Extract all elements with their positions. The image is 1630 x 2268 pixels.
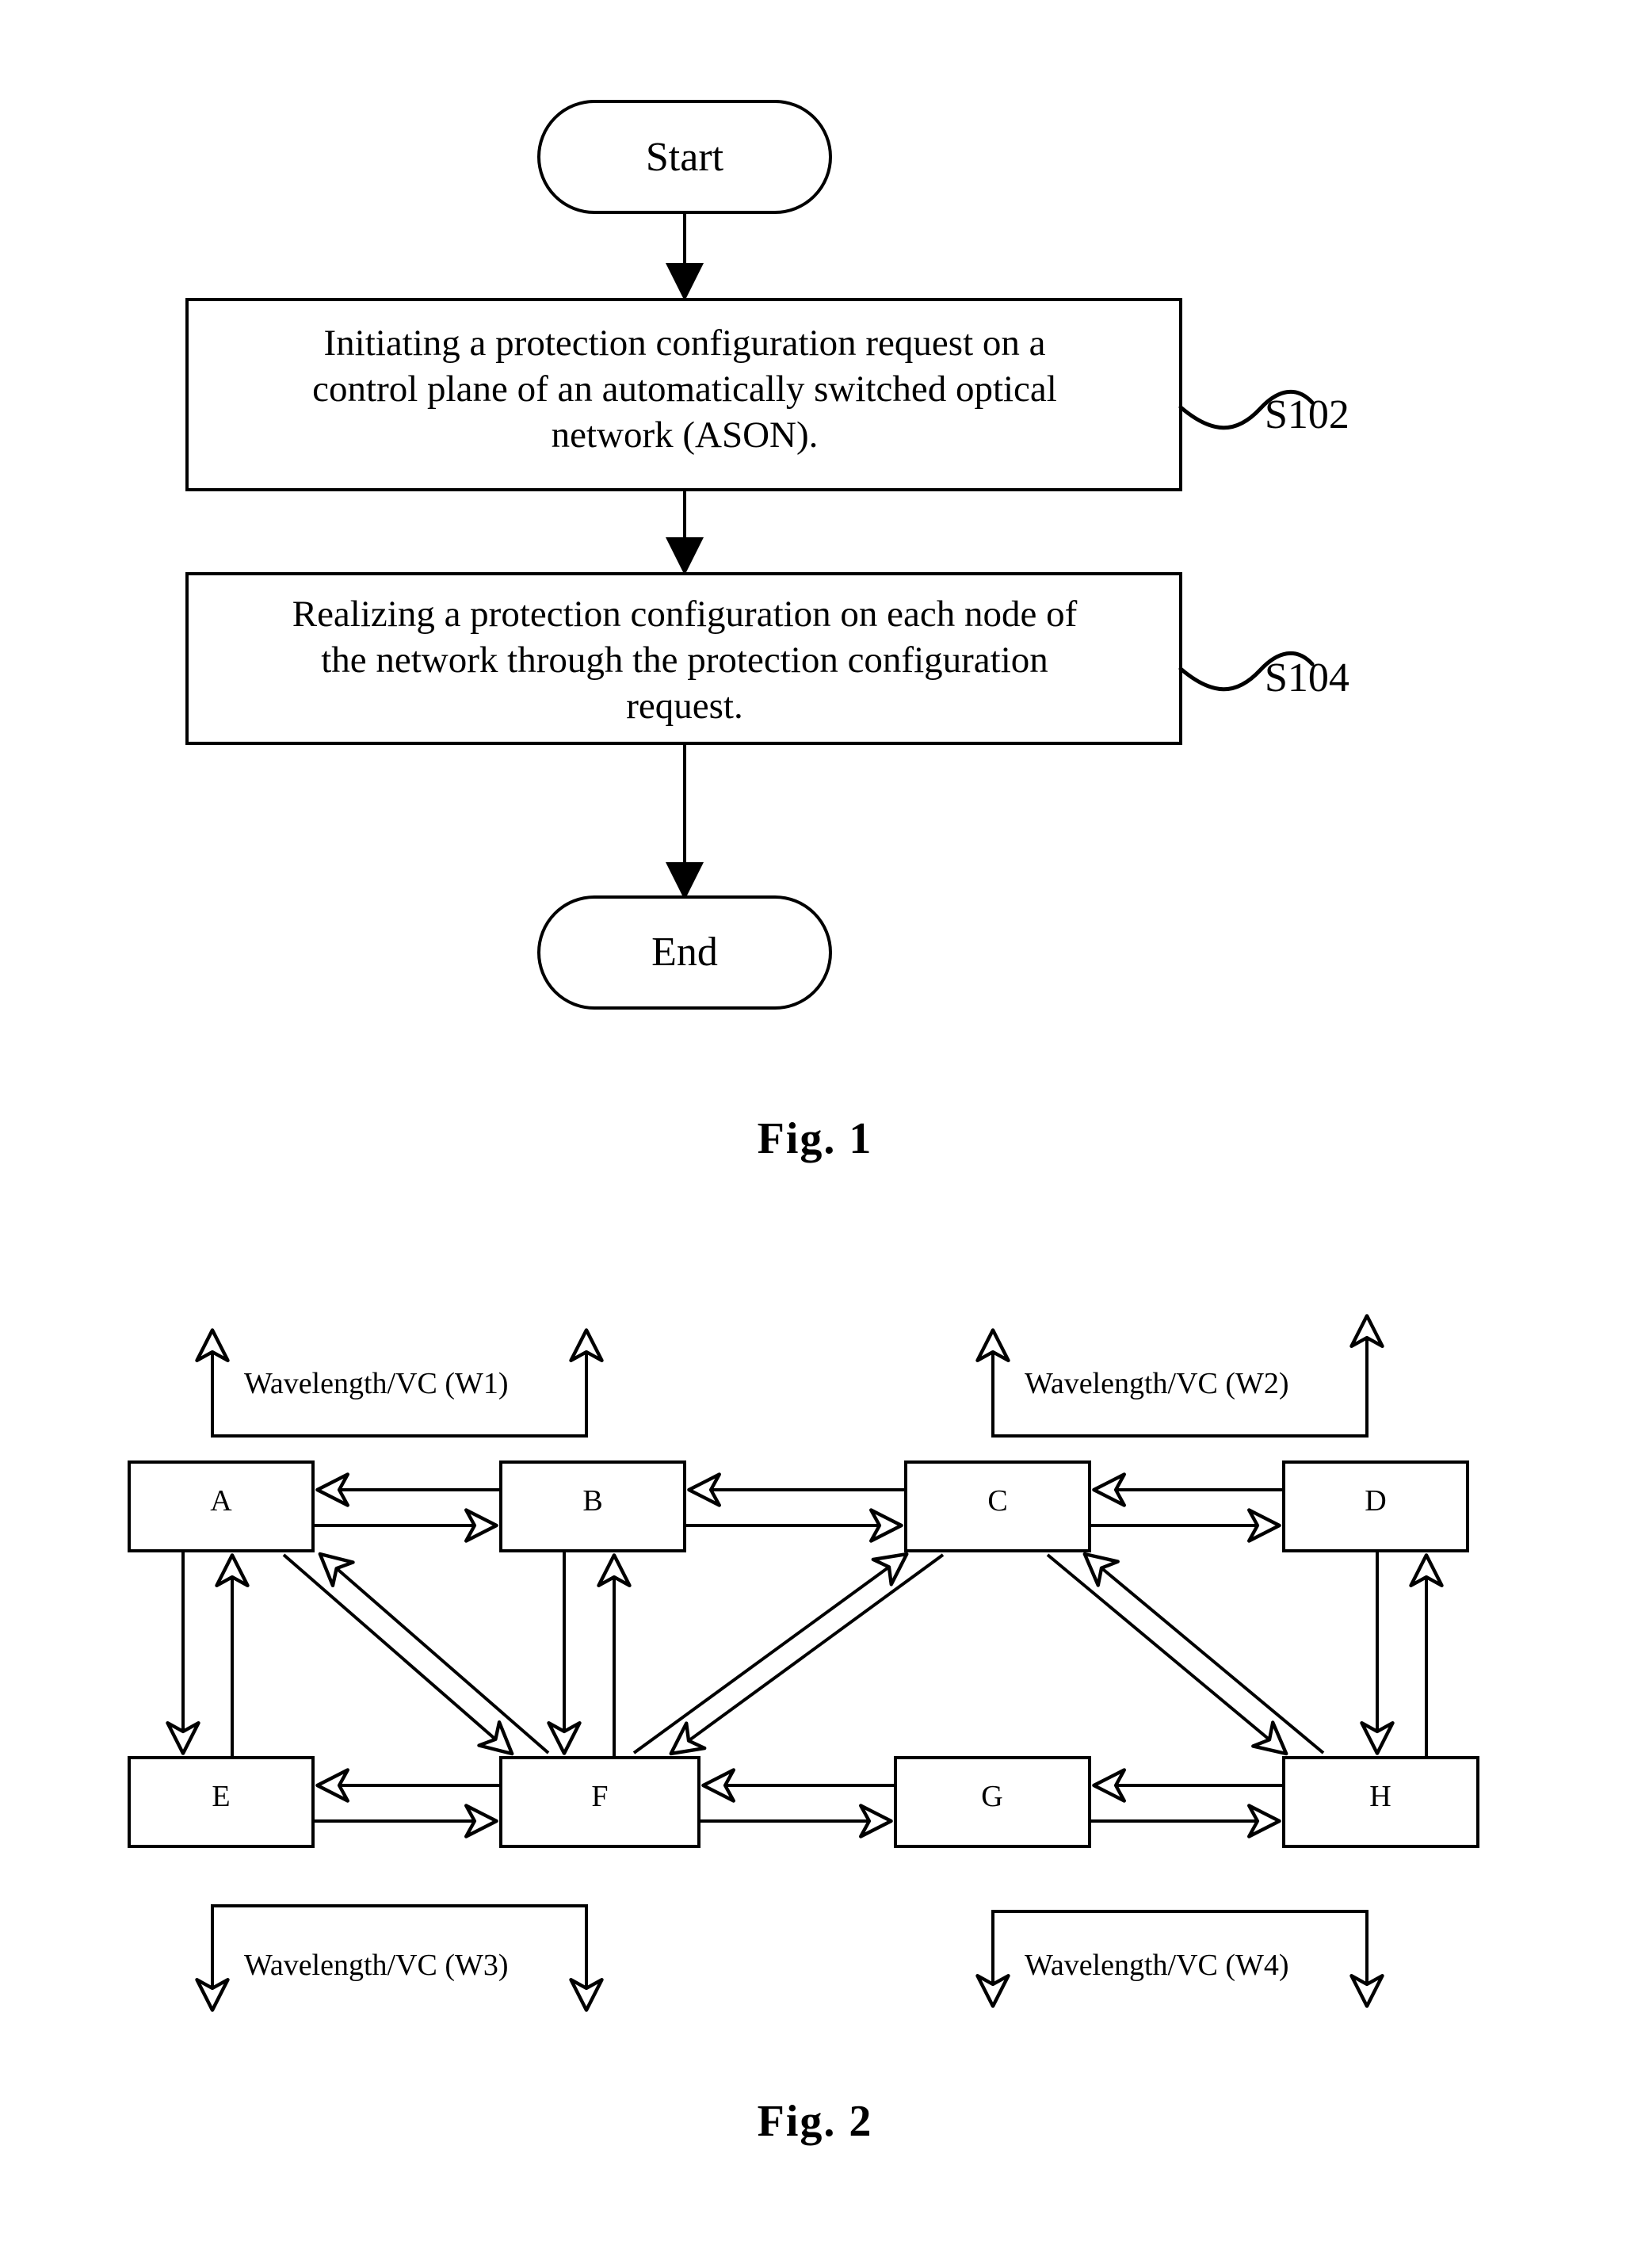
wavelength-label-w3-group: Wavelength/VC (W3): [195, 1904, 604, 2012]
topology-node-d: D: [1282, 1460, 1469, 1552]
figure-2-caption: Fig. 2: [757, 2097, 873, 2146]
link-d-h: [1360, 1551, 1444, 1758]
link-b-c: [685, 1472, 906, 1543]
s104-text-line-1: Realizing a protection configuration on …: [292, 594, 1078, 635]
link-c-h-arrow-to-h: [1046, 1553, 1288, 1756]
link-a-f-arrow-to-a: [318, 1552, 550, 1754]
end-label: End: [651, 930, 718, 975]
link-c-f-arrow-to-c: [632, 1552, 909, 1754]
figure-1: Start Initiating a protection configurat…: [185, 100, 1349, 1010]
s104-step-label: S104: [1265, 655, 1349, 701]
wavelength-label-w2-group: Wavelength/VC (W2): [975, 1314, 1384, 1438]
topology-node-a: A: [128, 1460, 315, 1552]
s104-text-line-3: request.: [626, 685, 742, 727]
link-c-h-arrow-to-c: [1082, 1552, 1325, 1754]
node-e-label: E: [212, 1780, 230, 1813]
topology-node-b: B: [499, 1460, 686, 1552]
link-c-f: [632, 1552, 945, 1756]
topology-node-h: H: [1282, 1756, 1479, 1848]
node-h-label: H: [1369, 1780, 1391, 1813]
node-c-label: C: [987, 1484, 1007, 1518]
topology-node-e: E: [128, 1756, 315, 1848]
s104-text-line-2: the network through the protection confi…: [321, 640, 1048, 681]
link-e-f: [313, 1768, 501, 1838]
w1-label-text: Wavelength/VC (W1): [244, 1367, 509, 1400]
topology-node-g: G: [894, 1756, 1091, 1848]
wavelength-label-w1-group: Wavelength/VC (W1): [195, 1328, 604, 1438]
link-c-f-arrow-to-f: [669, 1553, 945, 1756]
link-b-f: [547, 1551, 632, 1758]
link-a-b: [313, 1472, 501, 1543]
w2-label-text: Wavelength/VC (W2): [1025, 1367, 1289, 1400]
link-c-d: [1090, 1472, 1284, 1543]
link-a-e: [166, 1551, 250, 1758]
flow-node-end: End: [537, 895, 832, 1010]
figure-1-caption: Fig. 1: [757, 1114, 873, 1163]
patent-drawing-sheet: Start Initiating a protection configurat…: [0, 0, 1630, 2268]
link-f-g: [699, 1768, 895, 1838]
s102-text-line-1: Initiating a protection configuration re…: [324, 323, 1046, 364]
link-a-f: [282, 1552, 550, 1756]
link-c-h: [1046, 1552, 1325, 1756]
topology-node-c: C: [904, 1460, 1091, 1552]
figure-2: Wavelength/VC (W1) Wavelength/VC (W2) A …: [128, 1314, 1479, 2012]
flow-node-start: Start: [537, 100, 832, 214]
node-a-label: A: [210, 1484, 232, 1518]
wavelength-label-w4-group: Wavelength/VC (W4): [975, 1910, 1384, 2008]
link-g-h: [1090, 1768, 1284, 1838]
w4-label-text: Wavelength/VC (W4): [1025, 1949, 1289, 1982]
s102-step-label: S102: [1265, 392, 1349, 437]
flow-node-s102: Initiating a protection configuration re…: [185, 298, 1182, 491]
w3-label-text: Wavelength/VC (W3): [244, 1949, 509, 1982]
link-a-f-arrow-to-f: [282, 1553, 514, 1756]
s102-text-line-3: network (ASON).: [552, 414, 819, 456]
topology-node-f: F: [499, 1756, 700, 1848]
node-b-label: B: [582, 1484, 602, 1518]
flow-node-s104: Realizing a protection configuration on …: [185, 572, 1182, 745]
s102-text-line-2: control plane of an automatically switch…: [312, 368, 1057, 410]
node-f-label: F: [591, 1780, 608, 1813]
start-label: Start: [646, 135, 724, 180]
node-d-label: D: [1365, 1484, 1386, 1518]
node-g-label: G: [981, 1780, 1002, 1813]
